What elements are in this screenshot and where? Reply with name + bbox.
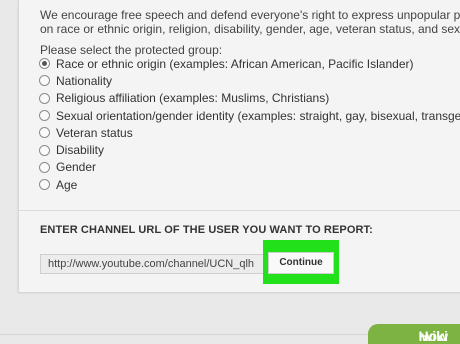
option-religion[interactable]: Religious affiliation (examples: Muslims… <box>39 90 460 107</box>
radio-disability[interactable] <box>39 144 50 156</box>
radio-nationality[interactable] <box>39 75 50 87</box>
intro-text: We encourage free speech and defend ever… <box>40 8 460 36</box>
option-label: Religious affiliation (examples: Muslims… <box>56 91 330 106</box>
section-divider <box>19 210 460 211</box>
intro-line-2: on race or ethnic origin, religion, disa… <box>40 22 460 36</box>
intro-line-1: We encourage free speech and defend ever… <box>40 8 460 22</box>
option-label: Age <box>56 177 78 192</box>
radio-gender[interactable] <box>39 161 50 173</box>
watermark-how: How <box>418 328 448 344</box>
radio-religion[interactable] <box>39 92 50 104</box>
option-label: Nationality <box>56 73 113 88</box>
option-disability[interactable]: Disability <box>39 141 460 158</box>
option-race[interactable]: Race or ethnic origin (examples: African… <box>39 55 460 72</box>
radio-veteran[interactable] <box>39 127 50 139</box>
option-age[interactable]: Age <box>39 176 460 193</box>
channel-url-input[interactable]: http://www.youtube.com/channel/UCN_qlh <box>40 254 290 274</box>
option-label: Veteran status <box>56 125 133 140</box>
radio-race[interactable] <box>39 58 50 70</box>
option-label: Sexual orientation/gender identity (exam… <box>56 108 460 123</box>
option-sexual-orientation[interactable]: Sexual orientation/gender identity (exam… <box>39 107 460 124</box>
radio-age[interactable] <box>39 179 50 191</box>
option-label: Gender <box>56 160 97 175</box>
option-gender[interactable]: Gender <box>39 159 460 176</box>
protected-group-radio-list: Race or ethnic origin (examples: African… <box>39 55 460 193</box>
report-panel: We encourage free speech and defend ever… <box>18 0 460 292</box>
continue-button[interactable]: Continue <box>268 252 334 274</box>
wikihow-watermark: wiki How <box>368 324 460 344</box>
channel-url-heading: ENTER CHANNEL URL OF THE USER YOU WANT T… <box>40 224 373 236</box>
option-nationality[interactable]: Nationality <box>39 72 460 89</box>
option-label: Disability <box>56 143 105 158</box>
radio-sexual-orientation[interactable] <box>39 110 50 122</box>
option-veteran[interactable]: Veteran status <box>39 124 460 141</box>
option-label: Race or ethnic origin (examples: African… <box>56 56 414 71</box>
